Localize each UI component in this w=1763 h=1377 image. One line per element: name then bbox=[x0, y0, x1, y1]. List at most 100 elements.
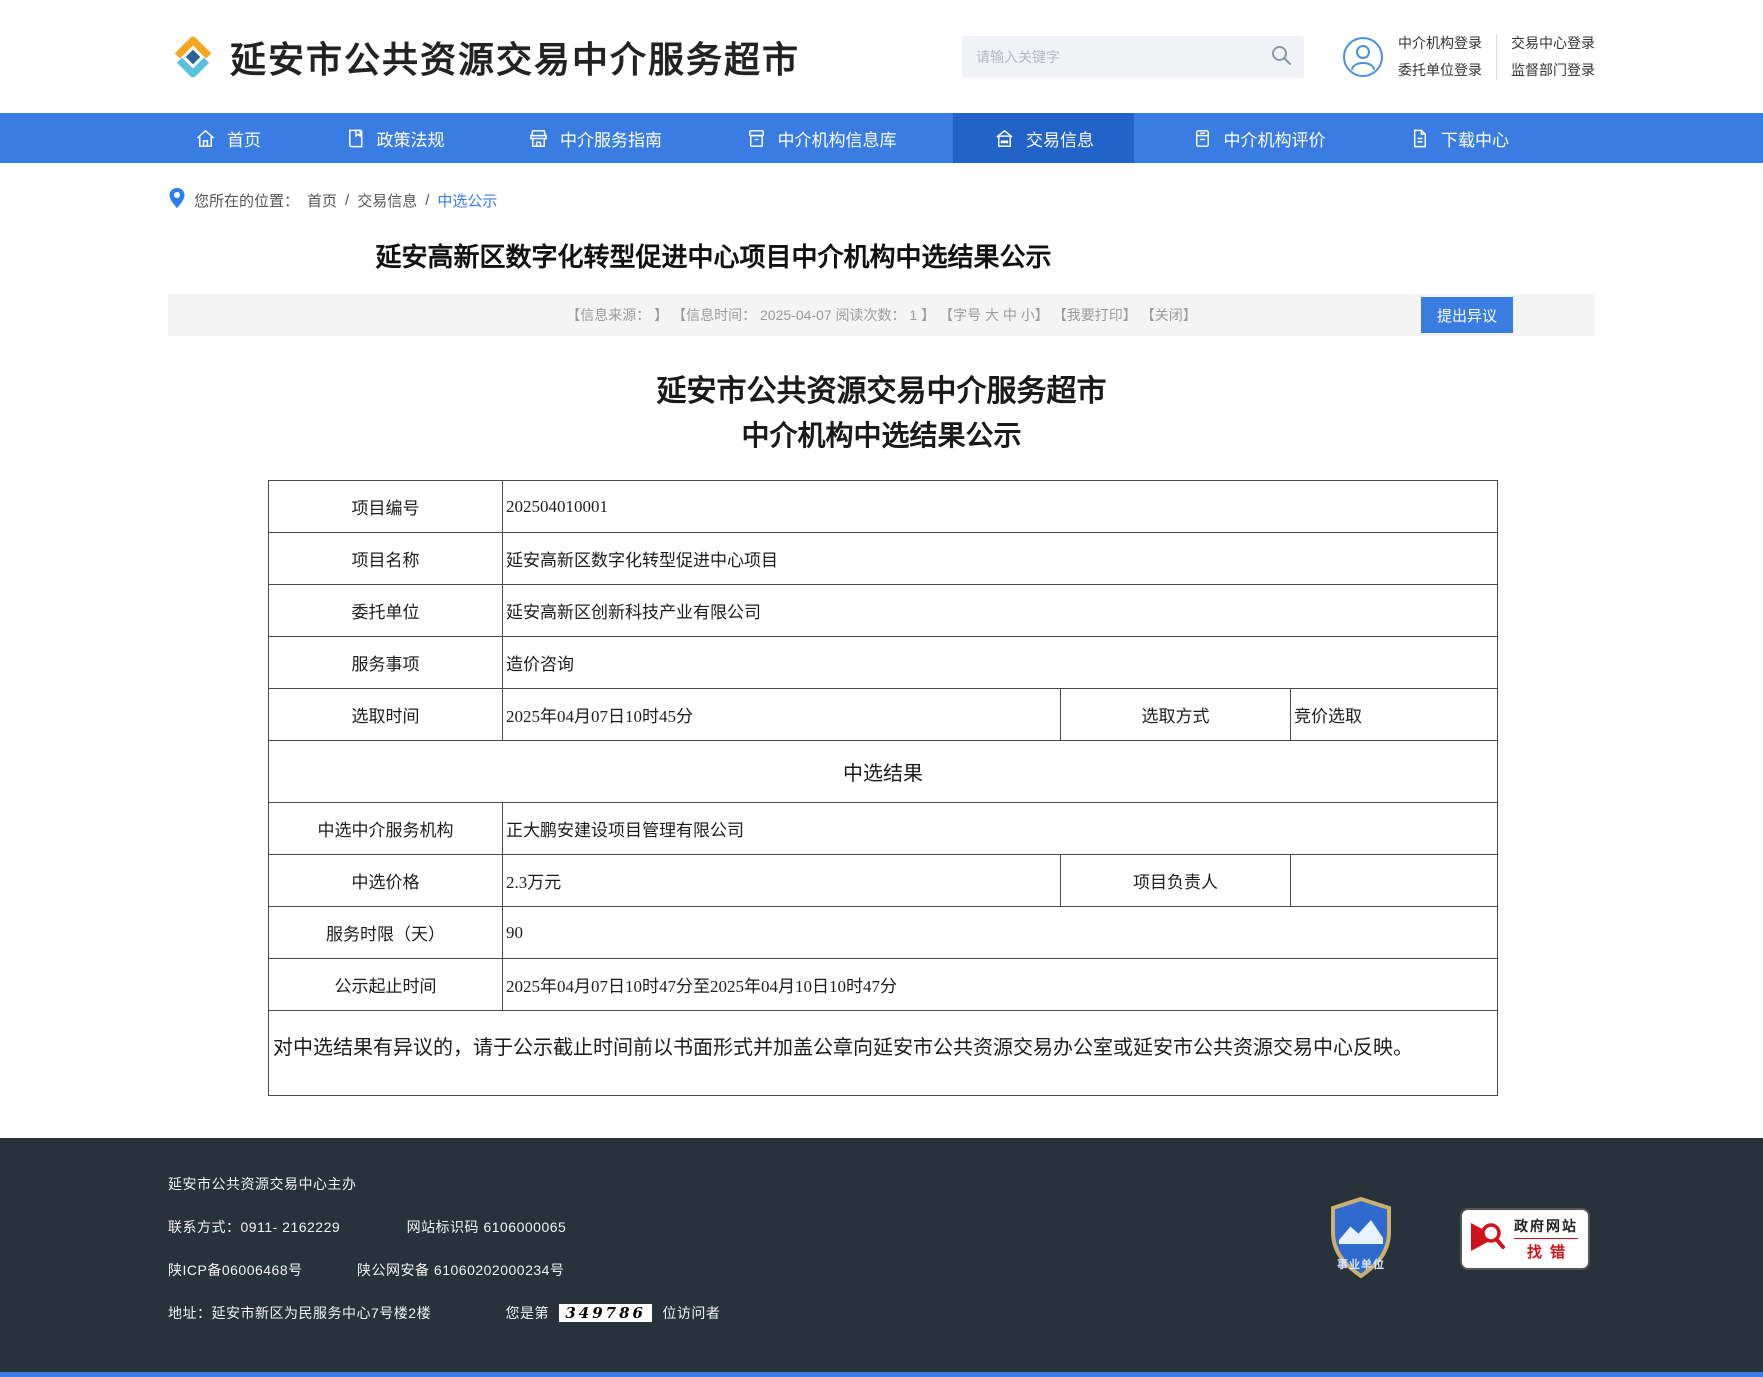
table-row: 委托单位 延安高新区创新科技产业有限公司 bbox=[269, 585, 1498, 637]
login-link-trade-center[interactable]: 交易中心登录 bbox=[1511, 33, 1595, 53]
institution-badge-label: 事业单位 bbox=[1328, 1256, 1394, 1272]
nav-item-label: 下载中心 bbox=[1441, 126, 1509, 151]
duration-label: 服务时限（天） bbox=[269, 907, 503, 959]
page: 延安市公共资源交易中介服务超市 bbox=[0, 0, 1763, 1377]
info-source: 【信息来源： 】 bbox=[566, 305, 668, 325]
table-row: 中选中介服务机构 正大鹏安建设项目管理有限公司 bbox=[269, 803, 1498, 855]
table-row: 选取时间 2025年04月07日10时45分 选取方式 竞价选取 bbox=[269, 689, 1498, 741]
table-row: 项目名称 延安高新区数字化转型促进中心项目 bbox=[269, 533, 1498, 585]
site-header: 延安市公共资源交易中介服务超市 bbox=[0, 0, 1763, 113]
login-links: 中介机构登录 委托单位登录 交易中心登录 监督部门登录 bbox=[1398, 33, 1595, 80]
brand: 延安市公共资源交易中介服务超市 bbox=[168, 31, 800, 83]
select-time-value: 2025年04月07日10时45分 bbox=[503, 689, 1061, 741]
home-icon bbox=[194, 127, 217, 150]
manager-label: 项目负责人 bbox=[1061, 855, 1291, 907]
nav-item-home[interactable]: 首页 bbox=[168, 113, 287, 163]
nav-item-label: 中介机构评价 bbox=[1224, 126, 1326, 151]
table-row: 项目编号 202504010001 bbox=[269, 481, 1498, 533]
publicity-period-label: 公示起止时间 bbox=[269, 959, 503, 1011]
nav-item-label: 交易信息 bbox=[1026, 126, 1094, 151]
site-title: 延安市公共资源交易中介服务超市 bbox=[230, 31, 800, 83]
nav-item-policies[interactable]: 政策法规 bbox=[318, 113, 471, 163]
manager-value bbox=[1291, 855, 1498, 907]
project-name-value: 延安高新区数字化转型促进中心项目 bbox=[503, 533, 1498, 585]
search-button[interactable] bbox=[1262, 39, 1300, 75]
table-row: 对中选结果有异议的，请于公示截止时间前以书面形式并加盖公章向延安市公共资源交易办… bbox=[269, 1011, 1498, 1096]
document-title-line2: 中介机构中选结果公示 bbox=[0, 414, 1763, 458]
select-method-label: 选取方式 bbox=[1061, 689, 1291, 741]
winner-value: 正大鹏安建设项目管理有限公司 bbox=[503, 803, 1498, 855]
cabinet-icon bbox=[1191, 127, 1214, 150]
page-title: 延安高新区数字化转型促进中心项目中介机构中选结果公示 bbox=[0, 237, 1427, 274]
client-value: 延安高新区创新科技产业有限公司 bbox=[503, 585, 1498, 637]
info-time: 【信息时间： 2025-04-07 阅读次数： 1 】 bbox=[672, 305, 935, 325]
breadcrumb-separator: / bbox=[345, 192, 349, 209]
table-row: 中选结果 bbox=[269, 741, 1498, 803]
house-dots-icon bbox=[993, 127, 1016, 150]
print-button[interactable]: 【我要打印】 bbox=[1053, 305, 1137, 325]
service-item-label: 服务事项 bbox=[269, 637, 503, 689]
publicity-period-value: 2025年04月07日10时47分至2025年04月10日10时47分 bbox=[503, 959, 1498, 1011]
breadcrumb-current[interactable]: 中选公示 bbox=[437, 190, 497, 211]
objection-button[interactable]: 提出异议 bbox=[1421, 297, 1513, 333]
site-logo-icon bbox=[168, 32, 218, 82]
document-title: 延安市公共资源交易中介服务超市 中介机构中选结果公示 bbox=[0, 370, 1763, 458]
login-link-client[interactable]: 委托单位登录 bbox=[1398, 60, 1482, 80]
login-link-supervision[interactable]: 监督部门登录 bbox=[1511, 60, 1595, 80]
gov-badge-subtitle: 找错 bbox=[1519, 1241, 1573, 1262]
search-input[interactable] bbox=[962, 36, 1304, 78]
select-method-value: 竞价选取 bbox=[1291, 689, 1498, 741]
storefront-icon bbox=[527, 127, 550, 150]
nav-item-agency-database[interactable]: 中介机构信息库 bbox=[719, 113, 923, 163]
duration-value: 90 bbox=[503, 907, 1498, 959]
result-table: 项目编号 202504010001 项目名称 延安高新区数字化转型促进中心项目 … bbox=[268, 480, 1498, 1096]
visitor-counter: 349786 bbox=[559, 1304, 652, 1322]
user-icon bbox=[1342, 36, 1384, 78]
table-row: 中选价格 2.3万元 项目负责人 bbox=[269, 855, 1498, 907]
footer-police: 陕公网安备 61060202000234号 bbox=[357, 1262, 564, 1278]
nav-item-agency-rating[interactable]: 中介机构评价 bbox=[1165, 113, 1352, 163]
breadcrumb-separator: / bbox=[425, 192, 429, 209]
login-divider bbox=[1496, 34, 1497, 80]
main-nav: 首页 政策法规 中介服务指南 bbox=[0, 113, 1763, 163]
location-pin-icon bbox=[168, 187, 186, 213]
nav-item-label: 中介服务指南 bbox=[560, 126, 662, 151]
nav-item-service-guide[interactable]: 中介服务指南 bbox=[501, 113, 688, 163]
select-time-label: 选取时间 bbox=[269, 689, 503, 741]
nav-item-download-center[interactable]: 下载中心 bbox=[1382, 113, 1535, 163]
document-icon bbox=[1408, 127, 1431, 150]
font-size-control[interactable]: 【字号 大 中 小】 bbox=[939, 305, 1049, 325]
gov-badge-title: 政府网站 bbox=[1514, 1216, 1578, 1239]
objection-note: 对中选结果有异议的，请于公示截止时间前以书面形式并加盖公章向延安市公共资源交易办… bbox=[269, 1011, 1498, 1096]
table-row: 服务事项 造价咨询 bbox=[269, 637, 1498, 689]
close-button[interactable]: 【关闭】 bbox=[1141, 305, 1197, 325]
book-icon bbox=[344, 127, 367, 150]
gov-website-error-badge[interactable]: 政府网站 找错 bbox=[1460, 1208, 1590, 1270]
result-section-header: 中选结果 bbox=[269, 741, 1498, 803]
gov-badge-texts: 政府网站 找错 bbox=[1514, 1216, 1578, 1262]
project-name-label: 项目名称 bbox=[269, 533, 503, 585]
breadcrumb-trade-info[interactable]: 交易信息 bbox=[357, 190, 417, 211]
visitor-suffix: 位访问者 bbox=[662, 1305, 720, 1321]
gov-badge-magnifier-icon bbox=[1468, 1217, 1508, 1262]
footer-address-line: 地址：延安市新区为民服务中心7号楼2楼 您是第 349786 位访问者 bbox=[168, 1303, 1595, 1323]
search-box bbox=[962, 36, 1304, 78]
breadcrumb-label: 您所在的位置： bbox=[194, 190, 299, 211]
archive-box-icon bbox=[745, 127, 768, 150]
price-value: 2.3万元 bbox=[503, 855, 1061, 907]
nav-item-label: 政策法规 bbox=[377, 126, 445, 151]
footer-site-code: 网站标识码 6106000065 bbox=[407, 1219, 567, 1235]
info-bar: 【信息来源： 】 【信息时间： 2025-04-07 阅读次数： 1 】 【字号… bbox=[168, 294, 1595, 336]
client-label: 委托单位 bbox=[269, 585, 503, 637]
login-link-intermediary[interactable]: 中介机构登录 bbox=[1398, 33, 1482, 53]
table-row: 服务时限（天） 90 bbox=[269, 907, 1498, 959]
footer-address: 地址：延安市新区为民服务中心7号楼2楼 bbox=[168, 1305, 431, 1321]
project-no-value: 202504010001 bbox=[503, 481, 1498, 533]
nav-item-trade-info[interactable]: 交易信息 bbox=[953, 113, 1134, 163]
footer-contact: 联系方式：0911- 2162229 bbox=[168, 1219, 340, 1235]
project-no-label: 项目编号 bbox=[269, 481, 503, 533]
breadcrumb-home[interactable]: 首页 bbox=[307, 190, 337, 211]
document-title-line1: 延安市公共资源交易中介服务超市 bbox=[0, 370, 1763, 414]
table-wrapper: 项目编号 202504010001 项目名称 延安高新区数字化转型促进中心项目 … bbox=[168, 480, 1595, 1096]
winner-label: 中选中介服务机构 bbox=[269, 803, 503, 855]
